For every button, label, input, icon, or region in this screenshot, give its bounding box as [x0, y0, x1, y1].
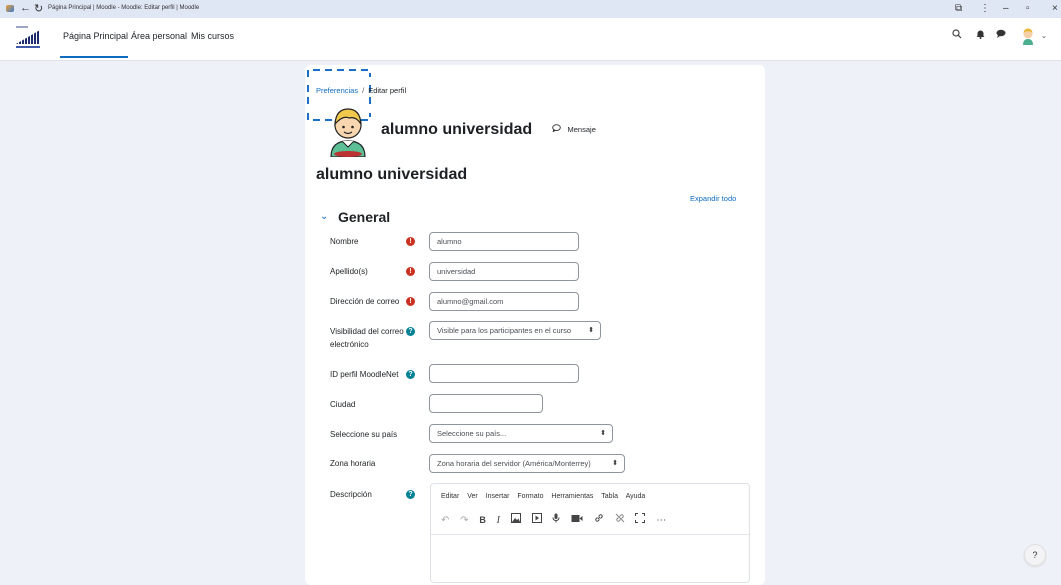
close-icon[interactable]: ×: [1052, 3, 1058, 14]
unlink-icon[interactable]: [615, 513, 625, 526]
moodlenet-input[interactable]: [429, 364, 579, 383]
nombre-input[interactable]: alumno: [429, 232, 579, 251]
breadcrumb-separator: /: [362, 86, 365, 95]
editor-menu-insert[interactable]: Insertar: [486, 493, 510, 500]
nav-dashboard[interactable]: Área personal: [131, 31, 187, 41]
email-visibility-select[interactable]: Visible para los participantes en el cur…: [429, 321, 601, 340]
help-float-button[interactable]: ?: [1024, 544, 1046, 566]
undo-icon[interactable]: ↶: [441, 515, 449, 526]
message-bubble-icon: [552, 124, 564, 134]
back-arrow-icon[interactable]: ←: [20, 2, 31, 14]
nav-active-indicator: [60, 56, 128, 58]
breadcrumb-current: Editar perfil: [368, 86, 407, 95]
timezone-label: Zona horaria: [330, 459, 376, 468]
select-caret-icon: ⬍: [612, 460, 618, 467]
user-menu-chevron-icon[interactable]: ⌄: [1041, 32, 1047, 40]
media-icon[interactable]: [531, 513, 542, 526]
image-icon[interactable]: [510, 513, 521, 526]
editor-menu-tools[interactable]: Herramientas: [551, 493, 593, 500]
description-editor[interactable]: Editar Ver Insertar Formato Herramientas…: [430, 483, 750, 583]
messages-icon[interactable]: [996, 29, 1006, 41]
more-icon[interactable]: ⋮: [980, 3, 990, 14]
editor-menu-help[interactable]: Ayuda: [626, 493, 646, 500]
apellido-input[interactable]: universidad: [429, 262, 579, 281]
reload-icon[interactable]: ↻: [34, 2, 43, 15]
editor-menu-format[interactable]: Formato: [517, 493, 543, 500]
editor-menu-table[interactable]: Tabla: [601, 493, 618, 500]
page-heading: alumno universidad: [316, 166, 468, 183]
help-icon[interactable]: ?: [406, 490, 415, 499]
timezone-select[interactable]: Zona horaria del servidor (América/Monte…: [429, 454, 625, 473]
required-icon: !: [406, 297, 415, 306]
browser-titlebar: ← ↻ Página Principal | Moodle - Moodle: …: [0, 0, 1061, 18]
profile-name: alumno universidad: [381, 121, 533, 138]
editor-toolbar: ↶ ↷ B I ⋯: [441, 513, 674, 526]
ciudad-input[interactable]: [429, 394, 543, 413]
ciudad-label: Ciudad: [330, 400, 356, 409]
section-collapse-chevron-icon[interactable]: ⌄: [320, 211, 328, 222]
restore-icon[interactable]: ▫: [1026, 3, 1030, 14]
link-icon[interactable]: [594, 513, 604, 526]
editor-menubar: Editar Ver Insertar Formato Herramientas…: [441, 493, 651, 500]
section-title-general[interactable]: General: [338, 209, 390, 225]
notifications-bell-icon[interactable]: [976, 29, 985, 42]
email-label: Dirección de correo: [330, 297, 400, 306]
nombre-label: Nombre: [330, 237, 359, 246]
country-label: Seleccione su país: [330, 430, 398, 439]
site-logo[interactable]: [16, 24, 40, 50]
breadcrumb: Preferencias / Editar perfil: [316, 86, 406, 95]
required-icon: !: [406, 267, 415, 276]
bold-icon[interactable]: B: [479, 515, 486, 525]
description-label: Descripción: [330, 490, 372, 499]
required-icon: !: [406, 237, 415, 246]
email-visibility-label: Visibilidad del correo electrónico: [330, 327, 404, 349]
moodlenet-label: ID perfil MoodleNet: [330, 370, 399, 379]
email-visibility-value: Visible para los participantes en el cur…: [437, 326, 572, 335]
country-select[interactable]: Seleccione su país... ⬍: [429, 424, 613, 443]
redo-icon[interactable]: ↷: [460, 515, 468, 526]
apellido-label: Apellido(s): [330, 267, 368, 276]
timezone-value: Zona horaria del servidor (América/Monte…: [437, 459, 591, 468]
profile-avatar: [327, 103, 369, 158]
user-menu-avatar[interactable]: [1020, 26, 1036, 46]
italic-icon[interactable]: I: [497, 515, 500, 526]
more-tools-icon[interactable]: ⋯: [656, 515, 666, 526]
country-value: Seleccione su país...: [437, 429, 507, 438]
help-icon[interactable]: ?: [406, 327, 415, 336]
select-caret-icon: ⬍: [600, 430, 606, 437]
email-input[interactable]: alumno@gmail.com: [429, 292, 579, 311]
nav-home[interactable]: Página Principal: [63, 31, 128, 41]
editor-menu-view[interactable]: Ver: [467, 493, 478, 500]
editor-menu-edit[interactable]: Editar: [441, 493, 459, 500]
select-caret-icon: ⬍: [588, 327, 594, 334]
top-navbar: Página Principal Área personal Mis curso…: [0, 18, 1061, 61]
video-camera-icon[interactable]: [571, 514, 583, 526]
nav-my-courses[interactable]: Mis cursos: [191, 31, 234, 41]
fullscreen-icon[interactable]: [635, 513, 646, 526]
extensions-icon[interactable]: ⧉: [955, 3, 962, 14]
message-button[interactable]: Mensaje: [552, 124, 596, 134]
help-icon[interactable]: ?: [406, 370, 415, 379]
search-icon[interactable]: [952, 29, 962, 42]
breadcrumb-preferences-link[interactable]: Preferencias: [316, 86, 358, 95]
browser-icon: [6, 5, 14, 12]
message-label: Mensaje: [567, 125, 596, 134]
browser-tab-title: Página Principal | Moodle - Moodle: Edit…: [48, 5, 200, 11]
expand-all-link[interactable]: Expandir todo: [690, 194, 736, 203]
minimize-icon[interactable]: –: [1003, 3, 1009, 14]
microphone-icon[interactable]: [552, 513, 560, 526]
editor-divider: [431, 534, 749, 535]
